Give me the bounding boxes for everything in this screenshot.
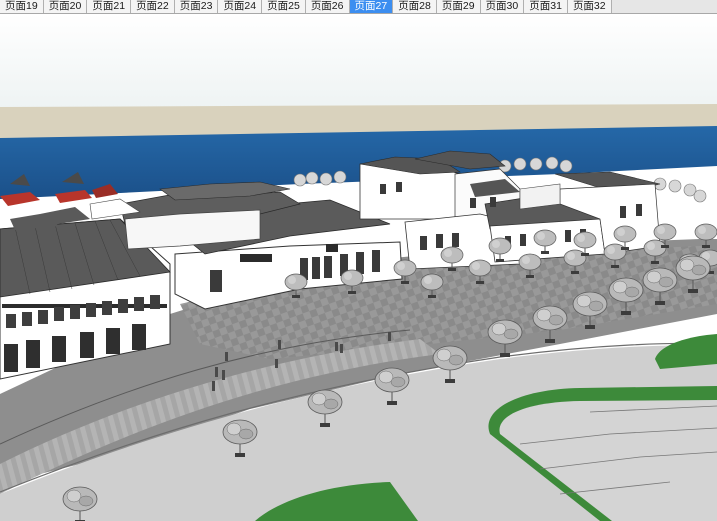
tab-page-32[interactable]: 页面32 xyxy=(567,0,612,13)
tab-page-28[interactable]: 页面28 xyxy=(393,0,437,13)
tab-bar-filler xyxy=(611,0,717,13)
sky xyxy=(0,14,717,109)
scene-tab-bar: 页面19 页面20 页面21 页面22 页面23 页面24 页面25 页面26 … xyxy=(0,0,717,14)
tab-page-30[interactable]: 页面30 xyxy=(480,0,525,13)
tab-page-25[interactable]: 页面25 xyxy=(262,0,306,13)
tab-page-29[interactable]: 页面29 xyxy=(436,0,481,13)
tab-page-20[interactable]: 页面20 xyxy=(43,0,88,13)
tab-page-21[interactable]: 页面21 xyxy=(87,0,132,13)
tab-page-19[interactable]: 页面19 xyxy=(0,0,44,13)
tab-page-26[interactable]: 页面26 xyxy=(305,0,350,13)
tab-page-23[interactable]: 页面23 xyxy=(174,0,219,13)
scene-canvas[interactable] xyxy=(0,14,717,521)
tab-page-22[interactable]: 页面22 xyxy=(131,0,175,13)
tab-page-24[interactable]: 页面24 xyxy=(218,0,263,13)
model-viewport[interactable] xyxy=(0,14,717,521)
grass-island-right xyxy=(655,334,717,369)
tab-page-31[interactable]: 页面31 xyxy=(524,0,568,13)
tab-page-27[interactable]: 页面27 xyxy=(349,0,394,13)
